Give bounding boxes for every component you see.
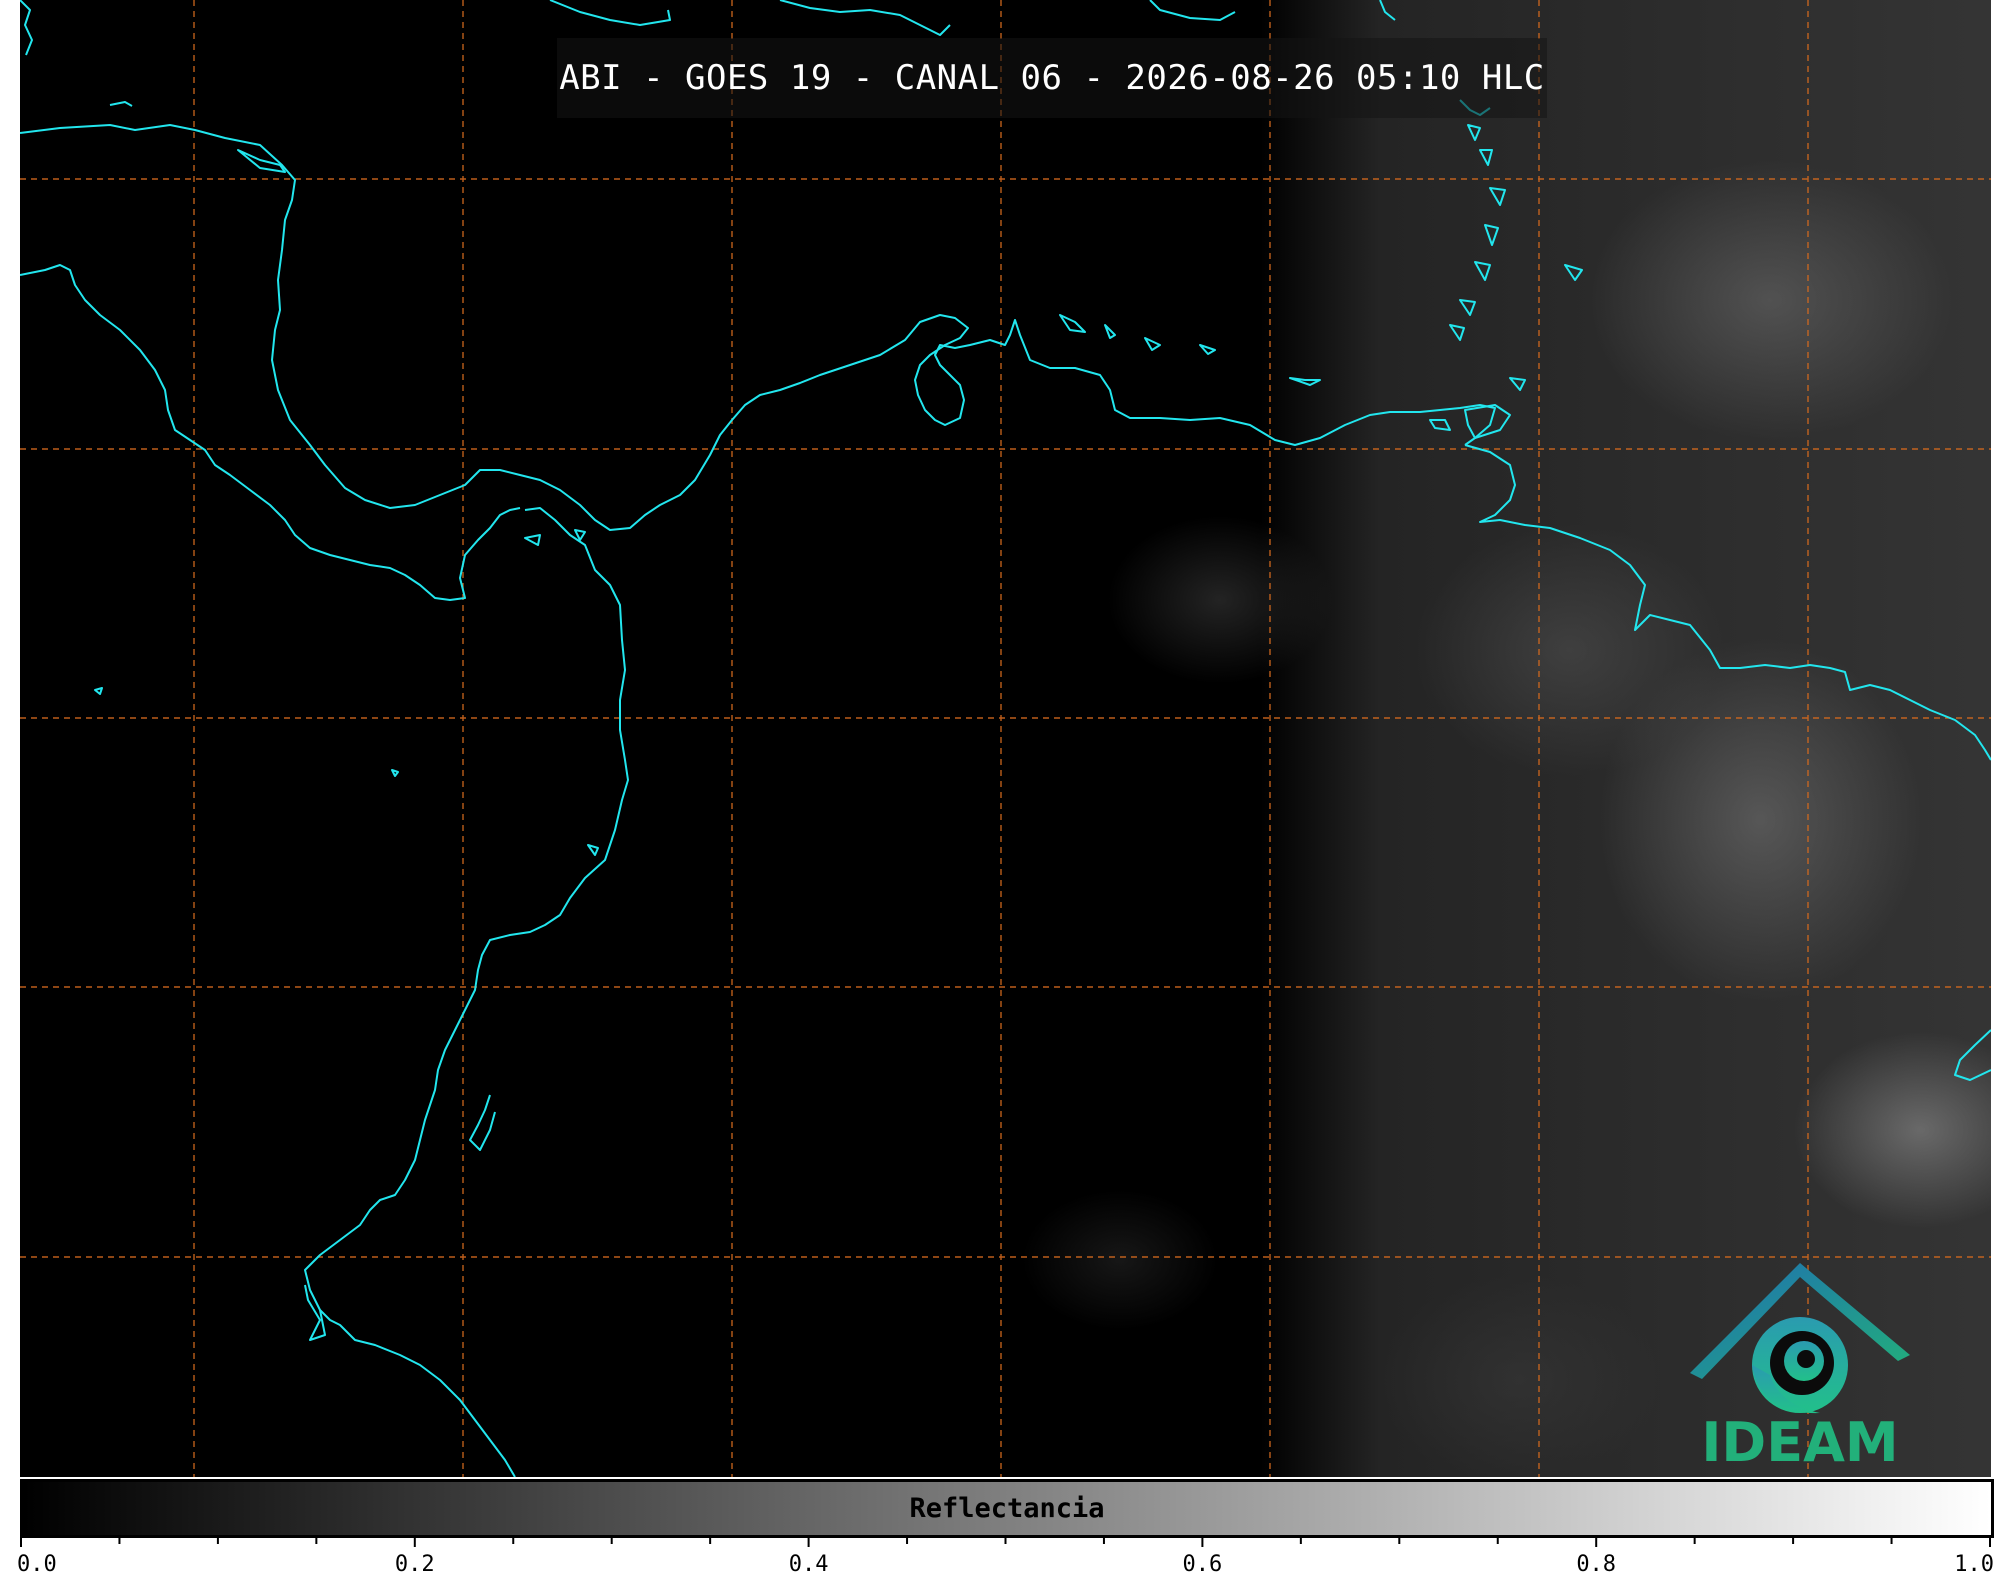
island-trinidad: [1464, 404, 1511, 439]
island: [94, 687, 103, 695]
island: [391, 769, 399, 777]
coastline-guyana-east: [1954, 1029, 1991, 1081]
island: [1474, 261, 1491, 281]
colorbar-tick-label: 0.0: [17, 1552, 57, 1577]
colorbar-tick-label: 0.6: [1182, 1552, 1223, 1577]
satellite-image: ABI - GOES 19 - CANAL 06 - 2026-08-26 05…: [20, 0, 1991, 1477]
island: [1479, 149, 1493, 166]
colorbar-tick-label: 0.4: [788, 1552, 829, 1577]
coastline-central-america: [20, 124, 1496, 531]
island: [587, 844, 599, 856]
coastline-puerto-rico: [1149, 0, 1236, 21]
coastline-gulf: [469, 1094, 496, 1151]
island: [109, 101, 133, 107]
island: [1289, 377, 1321, 386]
coastline-hispaniola: [779, 0, 951, 36]
island: [1059, 314, 1086, 333]
island: [1484, 224, 1499, 246]
island: [1144, 337, 1161, 351]
colorbar-tick-label: 0.8: [1576, 1552, 1617, 1577]
island: [1489, 187, 1506, 206]
colorbar-label: Reflectancia: [909, 1493, 1105, 1524]
ideam-logo: IDEAM: [1680, 1255, 1920, 1470]
colorbar-tick-label: 0.2: [394, 1552, 435, 1577]
satellite-product-page: ABI - GOES 19 - CANAL 06 - 2026-08-26 05…: [0, 0, 2011, 1577]
island: [1509, 377, 1526, 391]
coastline-lesser-antilles: [1379, 0, 1396, 21]
colorbar-tick-label: 1.0: [1954, 1552, 1994, 1577]
ideam-logo-text: IDEAM: [1701, 1411, 1899, 1474]
title-box: ABI - GOES 19 - CANAL 06 - 2026-08-26 05…: [557, 38, 1547, 118]
ideam-emblem-icon: [1690, 1263, 1910, 1414]
island: [1199, 344, 1216, 355]
island: [1564, 264, 1583, 281]
island: [1449, 324, 1465, 341]
coastline-ecuador: [319, 1309, 516, 1477]
coastline-cuba: [549, 0, 671, 26]
colorbar: Reflectancia: [20, 1479, 1994, 1538]
coastline-yucatan: [20, 0, 33, 56]
island: [1467, 124, 1481, 141]
coastline-pacific-central: [20, 264, 521, 601]
island: [1429, 419, 1451, 431]
island: [1459, 299, 1476, 316]
coastline-panama-south: [304, 507, 629, 1341]
island: [524, 534, 541, 546]
island: [1104, 324, 1116, 339]
map-title: ABI - GOES 19 - CANAL 06 - 2026-08-26 05…: [559, 58, 1545, 98]
coastline-venezuela: [1464, 444, 1991, 761]
